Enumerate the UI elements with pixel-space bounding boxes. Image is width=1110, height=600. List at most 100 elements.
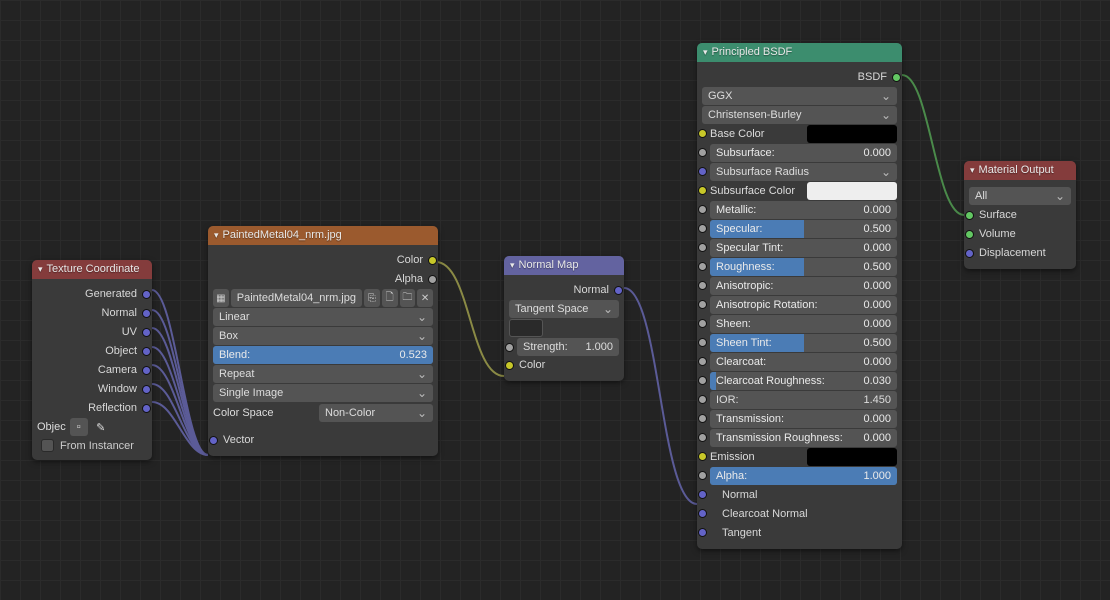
unlink-icon[interactable]: ✕ [417, 289, 433, 307]
color-swatch[interactable] [807, 125, 898, 143]
slider[interactable]: Sheen Tint:0.500 [710, 334, 897, 352]
blend-slider[interactable]: Blend: 0.523 [213, 346, 433, 364]
socket[interactable] [698, 186, 707, 195]
socket[interactable] [142, 347, 151, 356]
output-color: Color [213, 251, 433, 269]
slider[interactable]: Specular Tint:0.000 [710, 239, 897, 257]
socket[interactable] [698, 243, 707, 252]
socket[interactable] [505, 361, 514, 370]
strength-field[interactable]: Strength: 1.000 [517, 338, 619, 356]
collapse-icon[interactable]: ▾ [703, 43, 708, 62]
source-dropdown[interactable]: Single Image [213, 384, 433, 402]
node-header[interactable]: ▾Principled BSDF [697, 43, 902, 62]
colorspace-dropdown[interactable]: Non-Color [319, 404, 433, 422]
slider[interactable]: Metallic:0.000 [710, 201, 897, 219]
socket[interactable] [698, 224, 707, 233]
socket[interactable] [428, 275, 437, 284]
slider[interactable]: Anisotropic Rotation:0.000 [710, 296, 897, 314]
socket[interactable] [428, 256, 437, 265]
from-instancer-checkbox[interactable]: From Instancer [37, 437, 147, 454]
eyedropper-icon[interactable]: ✎ [92, 418, 110, 436]
link-icon[interactable]: ⎘ [364, 289, 380, 307]
node-principled-bsdf[interactable]: ▾Principled BSDF BSDF GGX Christensen-Bu… [697, 43, 902, 549]
socket[interactable] [698, 319, 707, 328]
color-swatch[interactable] [807, 448, 898, 466]
socket[interactable] [505, 343, 514, 352]
slider[interactable]: Sheen:0.000 [710, 315, 897, 333]
open-icon[interactable]: 🗀 [400, 289, 416, 307]
bsdf-specular-tint-: Specular Tint:0.000 [702, 239, 897, 257]
socket[interactable] [698, 148, 707, 157]
node-header[interactable]: ▾Normal Map [504, 256, 624, 275]
distribution-dropdown[interactable]: GGX [702, 87, 897, 105]
socket[interactable] [698, 395, 707, 404]
bsdf-clearcoat-normal: Clearcoat Normal [702, 505, 897, 523]
node-header[interactable]: ▾Material Output [964, 161, 1076, 180]
slider[interactable]: Transmission Roughness:0.000 [710, 429, 897, 447]
object-icon[interactable]: ▫ [70, 418, 88, 436]
socket[interactable] [209, 436, 218, 445]
bsdf-metallic-: Metallic:0.000 [702, 201, 897, 219]
collapse-icon[interactable]: ▾ [38, 260, 43, 279]
collapse-icon[interactable]: ▾ [510, 256, 515, 275]
image-browse-icon[interactable]: ▦ [213, 289, 229, 307]
object-picker[interactable]: Objec ▫ ✎ [37, 418, 147, 436]
socket[interactable] [698, 281, 707, 290]
socket[interactable] [698, 357, 707, 366]
slider[interactable]: Roughness:0.500 [710, 258, 897, 276]
slider[interactable]: Transmission:0.000 [710, 410, 897, 428]
socket[interactable] [698, 205, 707, 214]
socket[interactable] [142, 290, 151, 299]
socket[interactable] [965, 211, 974, 220]
socket[interactable] [698, 414, 707, 423]
dropdown[interactable]: Subsurface Radius [710, 163, 897, 181]
uvmap-field[interactable] [509, 319, 619, 337]
socket[interactable] [698, 167, 707, 176]
slider[interactable]: Clearcoat Roughness:0.030 [710, 372, 897, 390]
node-material-output[interactable]: ▾Material Output All SurfaceVolumeDispla… [964, 161, 1076, 269]
socket[interactable] [142, 366, 151, 375]
socket[interactable] [698, 433, 707, 442]
socket[interactable] [965, 230, 974, 239]
socket[interactable] [614, 286, 623, 295]
node-image-texture[interactable]: ▾PaintedMetal04_nrm.jpg Color Alpha ▦ Pa… [208, 226, 438, 456]
swatch-icon[interactable] [509, 319, 543, 337]
socket[interactable] [142, 309, 151, 318]
socket[interactable] [698, 452, 707, 461]
socket[interactable] [698, 300, 707, 309]
checkbox-icon[interactable] [41, 439, 54, 452]
image-name[interactable]: PaintedMetal04_nrm.jpg [231, 289, 362, 307]
socket[interactable] [965, 249, 974, 258]
socket[interactable] [698, 262, 707, 271]
socket[interactable] [142, 328, 151, 337]
socket[interactable] [142, 385, 151, 394]
socket[interactable] [698, 376, 707, 385]
value-field[interactable]: IOR:1.450 [710, 391, 897, 409]
slider[interactable]: Subsurface:0.000 [710, 144, 897, 162]
socket[interactable] [142, 404, 151, 413]
sss-method-dropdown[interactable]: Christensen-Burley [702, 106, 897, 124]
output-uv: UV [37, 323, 147, 341]
node-header[interactable]: ▾Texture Coordinate [32, 260, 152, 279]
extension-dropdown[interactable]: Repeat [213, 365, 433, 383]
projection-dropdown[interactable]: Box [213, 327, 433, 345]
node-normal-map[interactable]: ▾Normal Map Normal Tangent Space Strengt… [504, 256, 624, 381]
collapse-icon[interactable]: ▾ [214, 226, 219, 245]
interpolation-dropdown[interactable]: Linear [213, 308, 433, 326]
socket[interactable] [698, 129, 707, 138]
slider[interactable]: Specular:0.500 [710, 220, 897, 238]
slider[interactable]: Alpha:1.000 [710, 467, 897, 485]
socket[interactable] [892, 73, 901, 82]
target-dropdown[interactable]: All [969, 187, 1071, 205]
node-texture-coordinate[interactable]: ▾Texture Coordinate GeneratedNormalUVObj… [32, 260, 152, 460]
collapse-icon[interactable]: ▾ [970, 161, 975, 180]
slider[interactable]: Clearcoat:0.000 [710, 353, 897, 371]
image-file-row[interactable]: ▦ PaintedMetal04_nrm.jpg ⎘ 🗋 🗀 ✕ [213, 289, 433, 307]
color-swatch[interactable] [807, 182, 898, 200]
socket[interactable] [698, 338, 707, 347]
file-icon[interactable]: 🗋 [382, 289, 398, 307]
space-dropdown[interactable]: Tangent Space [509, 300, 619, 318]
node-header[interactable]: ▾PaintedMetal04_nrm.jpg [208, 226, 438, 245]
socket[interactable] [698, 471, 707, 480]
slider[interactable]: Anisotropic:0.000 [710, 277, 897, 295]
